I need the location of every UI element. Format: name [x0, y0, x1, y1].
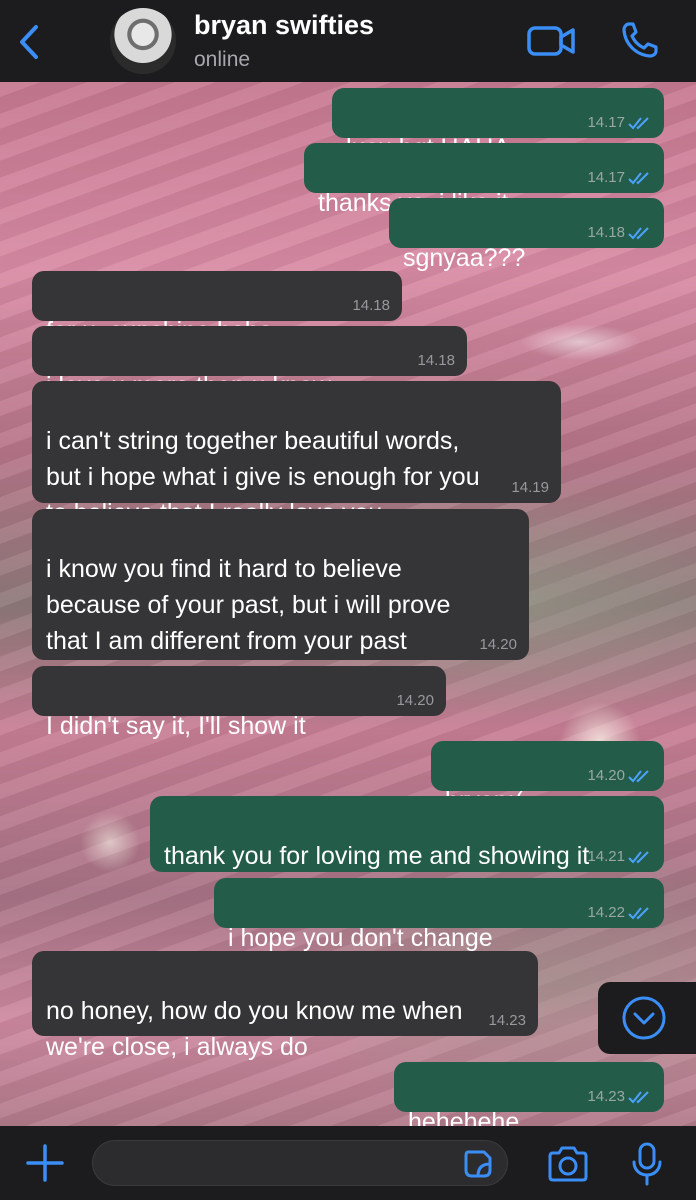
read-receipt-icon — [628, 770, 649, 783]
message-time: 14.17 — [587, 169, 625, 186]
read-receipt-icon — [628, 172, 649, 185]
video-call-icon[interactable] — [526, 24, 576, 58]
message-meta: 14.23 — [488, 1012, 526, 1030]
message-bubble-incoming[interactable]: I didn't say it, I'll show it 14.20 — [32, 666, 446, 740]
message-input[interactable] — [92, 1140, 508, 1186]
message-text: sgnyaa??? — [403, 244, 526, 272]
message-bubble-outgoing[interactable]: sgnyaa??? 14.18 — [389, 198, 664, 272]
chat-header: bryan swifties online — [0, 0, 696, 82]
message-meta: 14.21 — [587, 848, 652, 866]
sticker-icon[interactable] — [462, 1148, 494, 1180]
message-time: 14.20 — [587, 767, 625, 784]
message-time: 14.20 — [396, 692, 434, 709]
message-bubble-incoming[interactable]: i can't string together beautiful words,… — [32, 381, 561, 527]
back-chevron-icon[interactable] — [14, 22, 44, 62]
message-bubble-incoming[interactable]: i love u more than u know 14.18 — [32, 326, 467, 400]
microphone-icon[interactable] — [630, 1142, 664, 1186]
message-bubble-outgoing[interactable]: lucu bgt HAHA 14.17 — [332, 88, 664, 162]
message-bubble-outgoing[interactable]: thanks ya, i like it 14.17 — [304, 143, 664, 217]
message-bubble-incoming[interactable]: no honey, how do you know me when we're … — [32, 951, 538, 1061]
message-meta: 14.22 — [587, 904, 652, 922]
message-time: 14.23 — [587, 1088, 625, 1105]
read-receipt-icon — [628, 227, 649, 240]
message-text: I didn't say it, I'll show it — [46, 712, 306, 740]
message-meta: 14.20 — [587, 767, 652, 785]
message-time: 14.18 — [417, 352, 455, 369]
message-bubble-outgoing[interactable]: thank you for loving me and showing it 1… — [150, 796, 664, 872]
read-receipt-icon — [628, 851, 649, 864]
message-bubble-incoming[interactable]: for u, sunshine hehe 14.18 — [32, 271, 402, 345]
contact-name[interactable]: bryan swifties — [194, 10, 374, 41]
message-time: 14.17 — [587, 114, 625, 131]
plus-icon[interactable] — [24, 1142, 66, 1184]
message-meta: 14.17 — [587, 114, 652, 132]
scroll-to-bottom-button[interactable] — [598, 982, 696, 1054]
camera-icon[interactable] — [546, 1144, 590, 1184]
message-meta: 14.23 — [587, 1088, 652, 1106]
message-meta: 14.18 — [587, 224, 652, 242]
message-time: 14.18 — [352, 297, 390, 314]
message-time: 14.20 — [479, 636, 517, 653]
message-text: thank you for loving me and showing it — [164, 842, 590, 870]
message-bubble-incoming[interactable]: i know you find it hard to believe becau… — [32, 509, 529, 660]
message-time: 14.23 — [488, 1012, 526, 1029]
message-time: 14.18 — [587, 224, 625, 241]
message-text: i hope you don't change — [228, 924, 493, 952]
phone-call-icon[interactable] — [620, 20, 660, 60]
message-text: i know you find it hard to believe becau… — [46, 555, 451, 655]
message-time: 14.22 — [587, 904, 625, 921]
message-time: 14.21 — [587, 848, 625, 865]
contact-status: online — [194, 48, 251, 71]
composer-bar — [0, 1126, 696, 1200]
message-meta: 14.19 — [511, 479, 549, 497]
message-meta: 14.18 — [352, 297, 390, 315]
contact-avatar[interactable] — [110, 8, 176, 74]
read-receipt-icon — [628, 907, 649, 920]
message-bubble-outgoing[interactable]: bryan:( 14.20 — [431, 741, 664, 815]
chevron-down-circle-icon — [622, 996, 666, 1040]
message-meta: 14.17 — [587, 169, 652, 187]
message-bubble-outgoing[interactable]: i hope you don't change 14.22 — [214, 878, 664, 952]
message-meta: 14.20 — [396, 692, 434, 710]
message-meta: 14.20 — [479, 636, 517, 654]
message-meta: 14.18 — [417, 352, 455, 370]
message-time: 14.19 — [511, 479, 549, 496]
read-receipt-icon — [628, 1091, 649, 1104]
read-receipt-icon — [628, 117, 649, 130]
message-bubble-outgoing[interactable]: hehehehe 14.23 — [394, 1062, 664, 1136]
